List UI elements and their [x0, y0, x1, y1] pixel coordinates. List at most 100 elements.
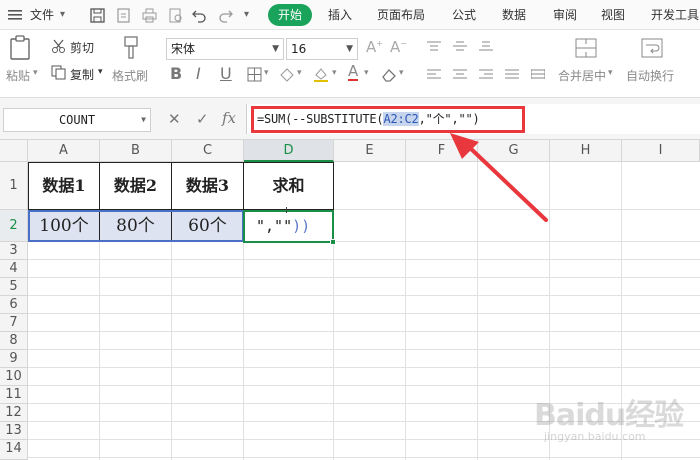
align-right-icon[interactable] [478, 68, 494, 80]
cell-editor-text: ","")) [256, 217, 310, 235]
fill-style-dropdown-icon[interactable]: ▾ [297, 68, 302, 78]
distributed-align-icon[interactable] [530, 68, 546, 80]
cancel-icon[interactable]: ✕ [168, 108, 181, 130]
merge-center-dropdown-icon[interactable]: ▾ [608, 68, 613, 78]
font-color-dropdown-icon[interactable]: ▾ [364, 68, 369, 78]
cut-button[interactable]: 剪切 [70, 39, 94, 56]
row-header-14[interactable]: 14 [0, 440, 28, 460]
copy-icon[interactable] [50, 64, 66, 80]
row-header-11[interactable]: 11 [0, 386, 28, 404]
name-box[interactable]: COUNT ▼ [3, 108, 151, 132]
row-header-9[interactable]: 9 [0, 350, 28, 368]
row-header-4[interactable]: 4 [0, 260, 28, 278]
paste-button[interactable]: 粘贴 [6, 67, 30, 84]
increase-font-icon[interactable]: A+ [366, 38, 383, 56]
export-pdf-icon[interactable] [114, 6, 132, 24]
row-header-8[interactable]: 8 [0, 332, 28, 350]
align-bottom-icon[interactable] [478, 40, 494, 52]
tab-view[interactable]: 视图 [601, 0, 625, 30]
column-header-h[interactable]: H [550, 140, 622, 162]
name-box-value: COUNT [58, 113, 96, 127]
row-header-2[interactable]: 2 [0, 210, 28, 242]
tab-review[interactable]: 审阅 [553, 0, 577, 30]
column-header-b[interactable]: B [100, 140, 172, 162]
underline-icon[interactable]: U [220, 64, 232, 83]
print-preview-icon[interactable] [166, 6, 184, 24]
tab-page-layout[interactable]: 页面布局 [377, 0, 425, 30]
row-header-7[interactable]: 7 [0, 314, 28, 332]
chevron-down-icon: ▼ [346, 44, 353, 54]
column-header-e[interactable]: E [334, 140, 406, 162]
paste-dropdown-icon[interactable]: ▾ [33, 68, 38, 78]
column-header-d[interactable]: D [244, 140, 334, 162]
font-size-select[interactable]: 16 ▼ [286, 38, 358, 60]
row-header-3[interactable]: 3 [0, 242, 28, 260]
merge-center-icon[interactable] [574, 36, 598, 60]
tab-data[interactable]: 数据 [502, 0, 526, 30]
cursor-mark [286, 207, 287, 213]
italic-icon[interactable]: I [196, 64, 201, 83]
align-left-icon[interactable] [426, 68, 442, 80]
border-icon[interactable] [245, 65, 263, 83]
confirm-icon[interactable]: ✓ [196, 108, 209, 130]
copy-button[interactable]: 复制 [70, 66, 94, 83]
font-color-icon[interactable]: A [348, 63, 359, 81]
fill-handle[interactable] [330, 239, 336, 245]
column-header-f[interactable]: F [406, 140, 478, 162]
referenced-range-highlight [28, 210, 244, 242]
align-top-icon[interactable] [426, 40, 442, 52]
decrease-font-icon[interactable]: A− [390, 38, 407, 56]
row-header-5[interactable]: 5 [0, 278, 28, 296]
file-menu[interactable]: 文件 [30, 0, 54, 30]
menu-icon[interactable] [6, 0, 24, 30]
column-header-g[interactable]: G [478, 140, 550, 162]
align-center-icon[interactable] [452, 68, 468, 80]
wrap-text-icon[interactable] [640, 36, 664, 60]
cell-c1[interactable]: 数据3 [172, 162, 244, 210]
cell-editor-quotes: ","" [256, 217, 293, 235]
tab-home[interactable]: 开始 [268, 4, 312, 26]
quick-access-dropdown-icon[interactable]: ▾ [244, 0, 249, 30]
column-header-a[interactable]: A [28, 140, 100, 162]
print-icon[interactable] [140, 6, 158, 24]
justify-icon[interactable] [504, 68, 520, 80]
scissors-icon[interactable] [50, 38, 66, 54]
select-all-corner[interactable] [0, 140, 28, 162]
row-header-12[interactable]: 12 [0, 404, 28, 422]
watermark-brand: Baidu经验 [534, 398, 684, 433]
insert-function-icon[interactable]: fx [222, 107, 236, 129]
column-header-i[interactable]: I [622, 140, 700, 162]
cell-a1[interactable]: 数据1 [28, 162, 100, 210]
redo-icon[interactable] [216, 6, 234, 24]
tab-developer[interactable]: 开发工具 [651, 0, 699, 30]
tab-formulas[interactable]: 公式 [452, 0, 476, 30]
row-header-13[interactable]: 13 [0, 422, 28, 440]
eraser-dropdown-icon[interactable]: ▾ [399, 68, 404, 78]
wrap-text-button[interactable]: 自动换行 [626, 67, 674, 84]
undo-icon[interactable] [190, 6, 208, 24]
tab-insert[interactable]: 插入 [328, 0, 352, 30]
border-dropdown-icon[interactable]: ▾ [264, 68, 269, 78]
format-painter-icon[interactable] [120, 34, 142, 62]
copy-dropdown-icon[interactable]: ▾ [98, 67, 103, 77]
cell-b1[interactable]: 数据2 [100, 162, 172, 210]
cell-d1[interactable]: 求和 [244, 162, 334, 210]
chevron-down-icon[interactable]: ▾ [60, 0, 65, 30]
watermark-url: jingyan.baidu.com [544, 430, 646, 443]
bold-icon[interactable]: B [170, 64, 182, 83]
align-middle-icon[interactable] [452, 40, 468, 52]
merge-center-button[interactable]: 合并居中 [558, 67, 606, 84]
row-header-10[interactable]: 10 [0, 368, 28, 386]
font-name-select[interactable]: 宋体 ▼ [166, 38, 284, 60]
fill-color-icon[interactable] [312, 65, 330, 83]
fill-color-dropdown-icon[interactable]: ▾ [332, 68, 337, 78]
fill-style-icon[interactable] [278, 65, 296, 83]
font-name-value: 宋体 [171, 42, 196, 56]
column-header-c[interactable]: C [172, 140, 244, 162]
format-painter-button[interactable]: 格式刷 [112, 67, 148, 84]
paste-icon[interactable] [8, 34, 32, 62]
row-header-6[interactable]: 6 [0, 296, 28, 314]
save-icon[interactable] [88, 6, 106, 24]
row-header-1[interactable]: 1 [0, 162, 28, 210]
eraser-icon[interactable] [380, 65, 398, 83]
